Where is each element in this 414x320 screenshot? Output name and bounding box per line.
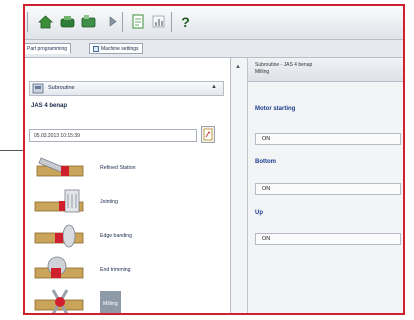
- toolbar-separator: [27, 12, 28, 32]
- home-icon[interactable]: [37, 13, 54, 30]
- subroutine-header-label: Subroutine: [48, 85, 75, 91]
- toolbar-separator: [122, 12, 123, 32]
- help-icon[interactable]: ?: [177, 13, 194, 30]
- item-label: End trimming: [100, 267, 131, 273]
- panel-splitter[interactable]: ▲: [231, 58, 248, 313]
- value-text: ON: [262, 136, 271, 142]
- machine-icon[interactable]: [59, 13, 76, 30]
- tab-machine-settings[interactable]: Machine settings: [89, 43, 143, 54]
- toolbar-separator: [171, 12, 172, 32]
- date-field[interactable]: 05.03.2013 10:15:39: [29, 129, 197, 142]
- edge-banding-icon: [31, 222, 89, 250]
- item-label: Jointing: [100, 199, 118, 205]
- settings-tab-icon: [93, 45, 99, 52]
- list-item[interactable]: Milling: [31, 288, 221, 313]
- item-label: Edge banding: [100, 233, 133, 239]
- tab-part-programming[interactable]: Part programming: [25, 43, 72, 54]
- list-item[interactable]: Edge banding: [31, 222, 221, 252]
- group-label-motor-starting: Motor starting: [255, 106, 296, 112]
- item-label: Refined Station: [100, 165, 136, 171]
- right-panel-header: Subroutine - JAS 4 benap Milling: [248, 58, 403, 82]
- process-title: JAS 4 benap: [31, 103, 68, 109]
- statistics-icon[interactable]: [150, 13, 167, 30]
- scroll-up-icon[interactable]: ▲: [235, 64, 241, 70]
- application-window: ? Part programming Machine settings Subr…: [23, 4, 405, 315]
- list-item[interactable]: Refined Station: [31, 154, 221, 184]
- document-icon[interactable]: [129, 13, 146, 30]
- value-text: ON: [262, 236, 271, 242]
- end-trimming-icon: [31, 256, 89, 284]
- subroutine-header[interactable]: Subroutine ▲: [29, 81, 224, 96]
- tab-label: Machine settings: [101, 46, 139, 52]
- group-label-up: Up: [255, 210, 263, 216]
- up-field[interactable]: ON: [255, 233, 401, 245]
- toolbar: ?: [25, 6, 403, 40]
- motor-starting-field[interactable]: ON: [255, 133, 401, 145]
- play-icon[interactable]: [104, 13, 121, 30]
- jointing-icon: [31, 188, 89, 216]
- left-panel: Subroutine ▲ JAS 4 benap 05.03.2013 10:1…: [25, 58, 231, 313]
- milling-icon: [31, 288, 89, 313]
- program-icon[interactable]: [80, 13, 97, 30]
- bottom-field[interactable]: ON: [255, 183, 401, 195]
- refined-station-icon: [31, 154, 89, 182]
- list-item[interactable]: Jointing: [31, 188, 221, 218]
- right-panel-header-text: Subroutine - JAS 4 benap Milling: [255, 62, 313, 75]
- chevron-up-icon[interactable]: ▲: [211, 84, 217, 90]
- group-label-bottom: Bottom: [255, 159, 276, 165]
- subroutine-icon: [32, 83, 44, 96]
- document-button[interactable]: [201, 126, 215, 143]
- tab-label: Part programming: [27, 46, 68, 52]
- item-label: Milling: [100, 291, 121, 313]
- tab-bar: Part programming Machine settings: [25, 40, 403, 58]
- right-panel: Subroutine - JAS 4 benap Milling Motor s…: [248, 58, 403, 313]
- list-item[interactable]: End trimming: [31, 256, 221, 286]
- svg-text:?: ?: [181, 14, 190, 30]
- date-value: 05.03.2013 10:15:39: [34, 133, 80, 139]
- value-text: ON: [262, 186, 271, 192]
